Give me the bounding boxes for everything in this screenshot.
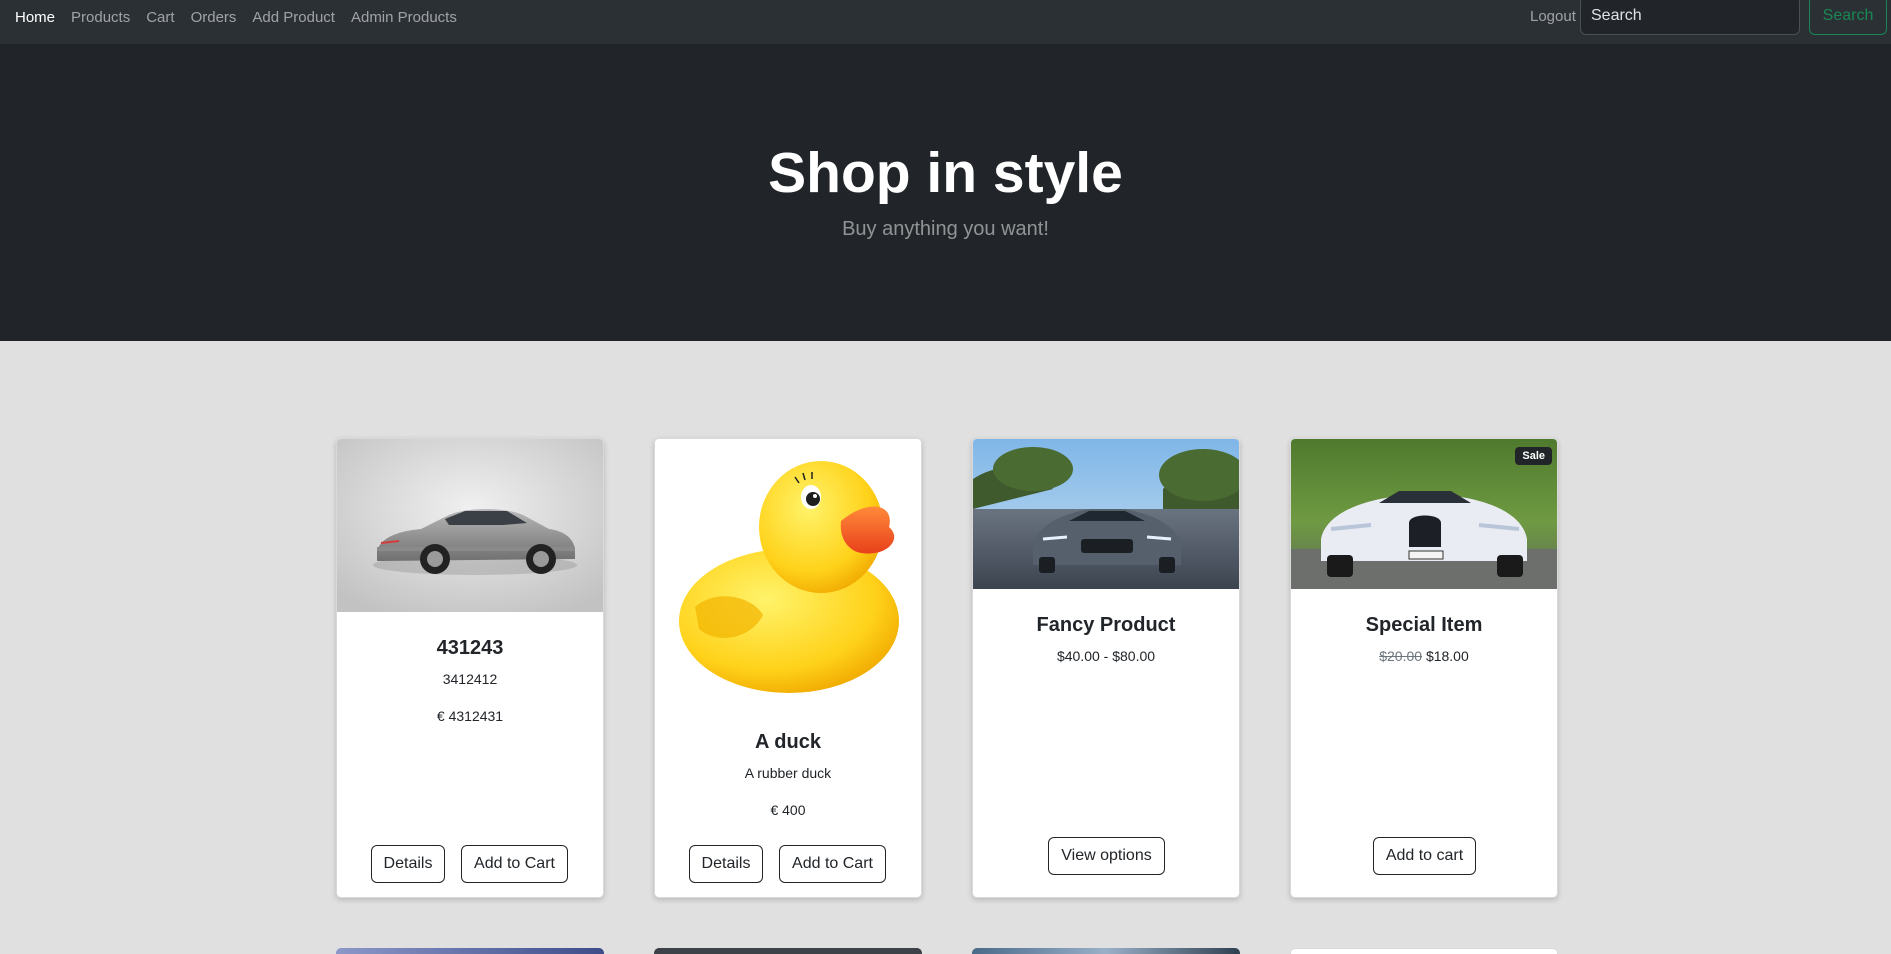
product-price-range: $40.00 - $80.00 <box>1056 648 1156 664</box>
hero-title: Shop in style <box>768 141 1123 205</box>
product-price: € 4312431 <box>436 708 504 724</box>
product-title: Fancy Product <box>1036 614 1176 636</box>
hero-banner: Shop in style Buy anything you want! <box>0 44 1891 341</box>
product-card-peek <box>654 948 922 954</box>
hero-subtitle: Buy anything you want! <box>842 218 1049 240</box>
nav-link-orders[interactable]: Orders <box>191 9 237 26</box>
product-price: € 400 <box>770 802 806 818</box>
add-to-cart-button[interactable]: Add to Cart <box>779 845 886 883</box>
product-image-grey-sedan <box>973 439 1239 589</box>
product-image-rubber-duck <box>655 439 921 707</box>
product-old-price: $20.00 <box>1379 648 1423 664</box>
nav-link-admin-products[interactable]: Admin Products <box>351 9 457 26</box>
product-image-silver-sedan <box>337 439 603 612</box>
product-card-peek <box>972 948 1240 954</box>
search-button[interactable]: Search <box>1809 0 1887 35</box>
view-options-button[interactable]: View options <box>1048 837 1165 875</box>
nav-link-home[interactable]: Home <box>15 9 55 26</box>
nav-link-cart[interactable]: Cart <box>146 9 174 26</box>
product-price-block: $20.00 $18.00 <box>1291 648 1557 664</box>
product-card: Sale Special Item $20.00 $18.00 Add to c… <box>1290 438 1558 898</box>
product-card-peek <box>1290 948 1558 954</box>
search-input[interactable] <box>1580 0 1800 35</box>
sale-badge: Sale <box>1515 447 1552 465</box>
nav-links: Home Products Cart Orders Add Product Ad… <box>15 0 473 34</box>
product-card: A duck A rubber duck € 400 Details Add t… <box>654 438 922 898</box>
details-button[interactable]: Details <box>371 845 445 883</box>
details-button[interactable]: Details <box>689 845 763 883</box>
product-card: 431243 3412412 € 4312431 Details Add to … <box>336 438 604 898</box>
add-to-cart-button[interactable]: Add to cart <box>1373 837 1476 875</box>
logout-link[interactable]: Logout <box>1530 0 1576 34</box>
product-card-peek <box>336 948 604 954</box>
product-price: $18.00 <box>1425 648 1469 664</box>
product-title: 431243 <box>436 637 504 659</box>
add-to-cart-button[interactable]: Add to Cart <box>461 845 568 883</box>
product-title: Special Item <box>1365 614 1483 636</box>
product-title: A duck <box>755 731 821 753</box>
product-image-white-hypercar: Sale <box>1291 439 1557 589</box>
nav-link-add-product[interactable]: Add Product <box>252 9 335 26</box>
nav-link-products[interactable]: Products <box>71 9 130 26</box>
product-card: Fancy Product $40.00 - $80.00 View optio… <box>972 438 1240 898</box>
product-description: A rubber duck <box>744 765 832 781</box>
product-description: 3412412 <box>442 671 498 687</box>
navbar: Home Products Cart Orders Add Product Ad… <box>0 0 1891 44</box>
